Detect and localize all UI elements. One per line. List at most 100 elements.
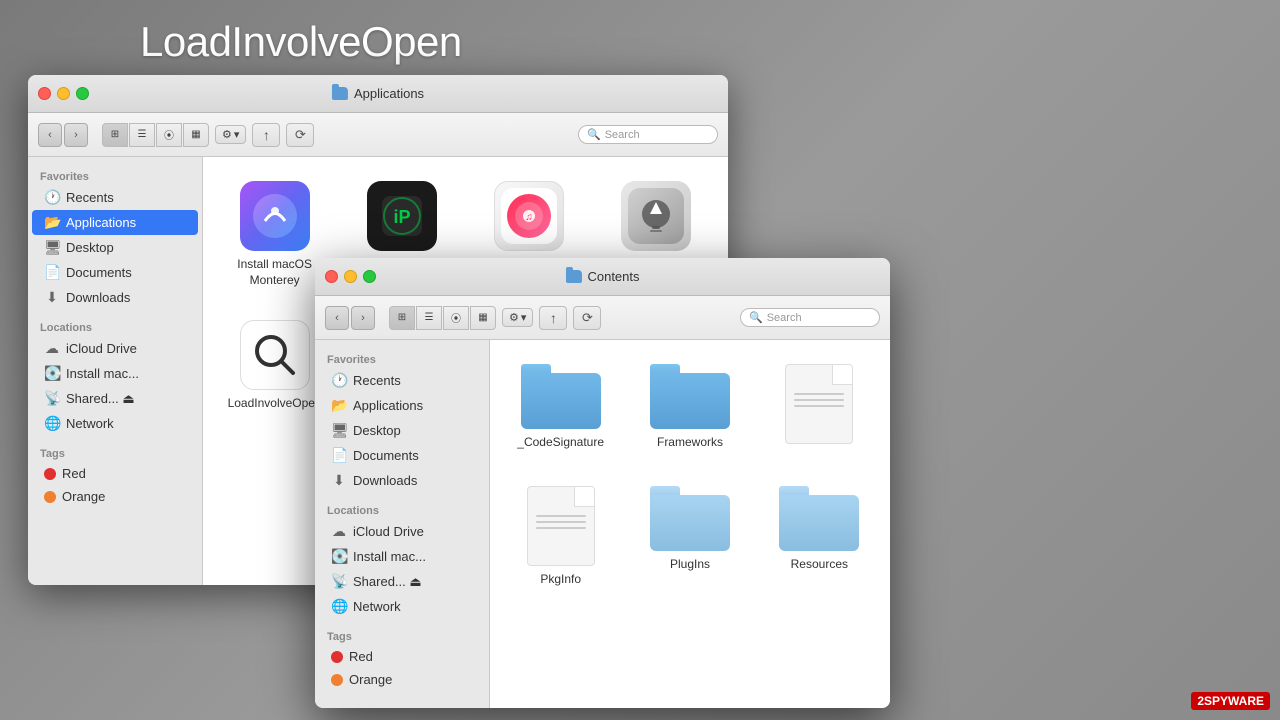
plugins-label: PlugIns bbox=[670, 557, 710, 571]
svg-text:♫: ♫ bbox=[525, 212, 533, 223]
folder-title-icon-1 bbox=[332, 87, 348, 100]
red-tag-dot-1 bbox=[44, 468, 56, 480]
search-box-1[interactable]: 🔍 Search bbox=[578, 125, 718, 144]
folder-item-codesignature[interactable]: _CodeSignature bbox=[506, 356, 615, 458]
folder-item-pkginfo[interactable]: PkgInfo bbox=[506, 478, 615, 594]
page-title: LoadInvolveOpen bbox=[140, 18, 462, 66]
sidebar-item-downloads-1[interactable]: ⬇ Downloads bbox=[32, 285, 198, 310]
share-btn-1[interactable]: ↑ bbox=[252, 123, 280, 147]
red-tag-dot-2 bbox=[331, 651, 343, 663]
sidebar-item-desktop-2[interactable]: 🖥 Desktop bbox=[319, 418, 485, 443]
cover-view-btn-1[interactable]: ▦ bbox=[183, 123, 209, 147]
sidebar-item-icloud-2[interactable]: ☁ iCloud Drive bbox=[319, 519, 485, 544]
applications-icon-2: 📂 bbox=[331, 397, 347, 414]
sidebar-item-documents-2[interactable]: 📄 Documents bbox=[319, 443, 485, 468]
sidebar-item-tag-red-1[interactable]: Red bbox=[32, 462, 198, 485]
sidebar-item-install-2[interactable]: 💽 Install mac... bbox=[319, 544, 485, 569]
arrange-arrow-2: ▾ bbox=[521, 311, 527, 324]
back-button-2[interactable]: ‹ bbox=[325, 306, 349, 330]
sidebar-item-tag-orange-2[interactable]: Orange bbox=[319, 668, 485, 691]
pkginfo-line-2 bbox=[536, 521, 586, 523]
search-icon-2: 🔍 bbox=[749, 311, 763, 324]
sidebar-item-tag-orange-1[interactable]: Orange bbox=[32, 485, 198, 508]
folder-grid-2: _CodeSignature Frameworks bbox=[490, 340, 890, 610]
sidebar-item-install-1[interactable]: 💽 Install mac... bbox=[32, 361, 198, 386]
list-view-btn-1[interactable]: ☰ bbox=[129, 123, 155, 147]
nav-buttons-1: ‹ › bbox=[38, 123, 88, 147]
icon-view-btn-1[interactable]: ⊞ bbox=[102, 123, 128, 147]
sidebar-item-network-2[interactable]: 🌐 Network bbox=[319, 594, 485, 619]
forward-button-2[interactable]: › bbox=[351, 306, 375, 330]
search-box-2[interactable]: 🔍 Search bbox=[740, 308, 880, 327]
folder-item-resources[interactable]: Resources bbox=[765, 478, 874, 594]
orange-tag-dot-2 bbox=[331, 674, 343, 686]
sidebar-item-recents-1[interactable]: 🕐 Recents bbox=[32, 185, 198, 210]
app-icon-macos[interactable]: Install macOSMonterey bbox=[219, 173, 330, 296]
sidebar-item-applications-2[interactable]: 📂 Applications bbox=[319, 393, 485, 418]
doc-corner-1 bbox=[832, 365, 852, 385]
nav-buttons-2: ‹ › bbox=[325, 306, 375, 330]
window-title-2: Contents bbox=[565, 269, 639, 284]
folder-item-frameworks[interactable]: Frameworks bbox=[635, 356, 744, 458]
sidebar-item-applications-1[interactable]: 📂 Applications bbox=[32, 210, 198, 235]
folder-item-doc1[interactable] bbox=[765, 356, 874, 458]
plugins-body bbox=[650, 495, 730, 551]
shared-icon-1: 📡 bbox=[44, 390, 60, 407]
desktop-icon-2: 🖥 bbox=[331, 422, 347, 439]
sidebar-item-network-1[interactable]: 🌐 Network bbox=[32, 411, 198, 436]
arrange-icon-1: ⚙ bbox=[222, 128, 232, 141]
recents-icon-1: 🕐 bbox=[44, 189, 60, 206]
back-button-1[interactable]: ‹ bbox=[38, 123, 62, 147]
frameworks-icon bbox=[650, 364, 730, 429]
orange-tag-dot-1 bbox=[44, 491, 56, 503]
recents-icon-2: 🕐 bbox=[331, 372, 347, 389]
pkginfo-line-3 bbox=[536, 527, 586, 529]
sidebar-item-recents-2[interactable]: 🕐 Recents bbox=[319, 368, 485, 393]
minimize-button-1[interactable] bbox=[57, 87, 70, 100]
tags-label-2: Tags bbox=[315, 625, 489, 645]
plugins-icon bbox=[650, 486, 730, 551]
title-bar-1: Applications bbox=[28, 75, 728, 113]
cover-view-btn-2[interactable]: ▦ bbox=[470, 306, 496, 330]
close-button-1[interactable] bbox=[38, 87, 51, 100]
icon-view-btn-2[interactable]: ⊞ bbox=[389, 306, 415, 330]
close-button-2[interactable] bbox=[325, 270, 338, 283]
column-view-btn-2[interactable]: ⦿ bbox=[443, 306, 469, 330]
list-view-btn-2[interactable]: ☰ bbox=[416, 306, 442, 330]
arrange-btn-1[interactable]: ⚙ ▾ bbox=[215, 125, 246, 144]
maximize-button-1[interactable] bbox=[76, 87, 89, 100]
path-btn-2[interactable]: ⟳ bbox=[573, 306, 601, 330]
arrange-btn-2[interactable]: ⚙ ▾ bbox=[502, 308, 533, 327]
share-btn-2[interactable]: ↑ bbox=[539, 306, 567, 330]
frameworks-body bbox=[650, 373, 730, 429]
itunes-icon-img: ♫ bbox=[494, 181, 564, 251]
traffic-lights-2 bbox=[325, 270, 376, 283]
pkginfo-line-1 bbox=[536, 515, 586, 517]
sidebar-item-shared-1[interactable]: 📡 Shared... ⏏ bbox=[32, 386, 198, 411]
svg-text:iP: iP bbox=[393, 207, 410, 227]
toolbar-1: ‹ › ⊞ ☰ ⦿ ▦ ⚙ ▾ ↑ ⟳ 🔍 Search bbox=[28, 113, 728, 157]
forward-button-1[interactable]: › bbox=[64, 123, 88, 147]
sidebar-2: Favorites 🕐 Recents 📂 Applications 🖥 Des… bbox=[315, 340, 490, 708]
downloads-icon-2: ⬇ bbox=[331, 472, 347, 489]
minimize-button-2[interactable] bbox=[344, 270, 357, 283]
toolbar-2: ‹ › ⊞ ☰ ⦿ ▦ ⚙ ▾ ↑ ⟳ 🔍 Search bbox=[315, 296, 890, 340]
sidebar-item-tag-red-2[interactable]: Red bbox=[319, 645, 485, 668]
sidebar-item-shared-2[interactable]: 📡 Shared... ⏏ bbox=[319, 569, 485, 594]
sidebar-item-documents-1[interactable]: 📄 Documents bbox=[32, 260, 198, 285]
frameworks-label: Frameworks bbox=[657, 435, 723, 449]
documents-icon-1: 📄 bbox=[44, 264, 60, 281]
codesignature-icon bbox=[521, 364, 601, 429]
desktop-icon-1: 🖥 bbox=[44, 239, 60, 256]
column-view-btn-1[interactable]: ⦿ bbox=[156, 123, 182, 147]
maximize-button-2[interactable] bbox=[363, 270, 376, 283]
codesignature-body bbox=[521, 373, 601, 429]
sidebar-item-downloads-2[interactable]: ⬇ Downloads bbox=[319, 468, 485, 493]
app-icon-loadinvolveopen[interactable]: LoadInvolveOpen bbox=[219, 312, 330, 420]
sidebar-1: Favorites 🕐 Recents 📂 Applications 🖥 Des… bbox=[28, 157, 203, 585]
pkginfo-label: PkgInfo bbox=[540, 572, 581, 586]
folder-item-plugins[interactable]: PlugIns bbox=[635, 478, 744, 594]
sidebar-item-icloud-1[interactable]: ☁ iCloud Drive bbox=[32, 336, 198, 361]
sidebar-item-desktop-1[interactable]: 🖥 Desktop bbox=[32, 235, 198, 260]
path-btn-1[interactable]: ⟳ bbox=[286, 123, 314, 147]
